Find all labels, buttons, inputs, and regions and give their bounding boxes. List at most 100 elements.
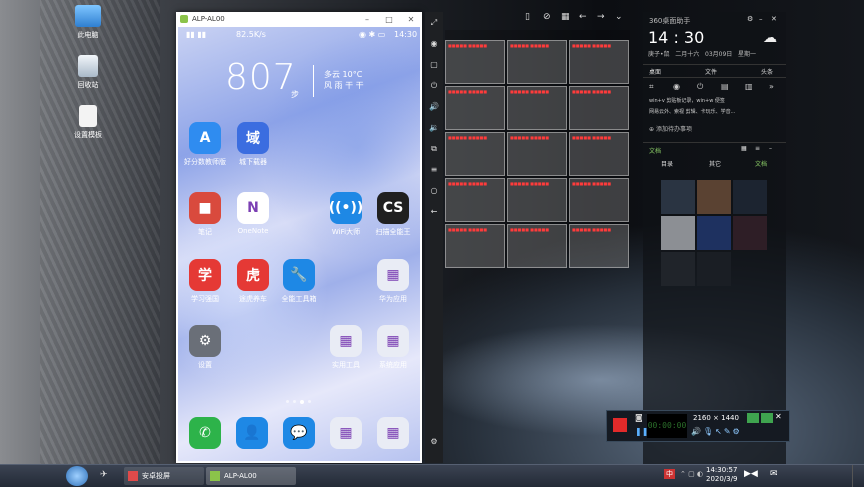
grid-view-icon[interactable]: ▦ xyxy=(741,145,747,152)
minimize-button[interactable]: – xyxy=(356,12,378,27)
dock-app-2[interactable]: 👤 xyxy=(227,417,277,452)
doc-thumb[interactable] xyxy=(697,216,731,250)
tab-docs[interactable]: 文档 xyxy=(755,159,767,168)
grid-cell[interactable]: ■■■■■ ■■■■■ xyxy=(507,132,567,176)
app-icon-7[interactable]: 学学习强国 xyxy=(180,259,230,304)
power-icon[interactable]: ⏻ xyxy=(697,82,703,92)
grid-cell[interactable]: ■■■■■ ■■■■■ xyxy=(569,178,629,222)
desktop-icon-recycle-bin[interactable]: 回收站 xyxy=(58,55,118,90)
grid-cell[interactable]: ■■■■■ ■■■■■ xyxy=(507,40,567,84)
desktop-icon-document[interactable]: 设置模板 xyxy=(58,105,118,140)
cursor-icon[interactable]: ↖ xyxy=(715,427,724,436)
link-icon[interactable]: ⊘ xyxy=(543,12,551,22)
fullscreen-icon[interactable]: ⤢ xyxy=(429,18,439,28)
window-titlebar[interactable]: ALP-AL00 – □ ✕ xyxy=(176,12,422,27)
calendar-icon[interactable]: ▦ xyxy=(561,12,570,22)
eye-icon[interactable]: ◉ xyxy=(429,39,439,49)
grid-cell[interactable]: ■■■■■ ■■■■■ xyxy=(507,178,567,222)
settings-icon[interactable]: ⚙ xyxy=(429,437,439,447)
gear-icon[interactable]: ⚙ xyxy=(747,15,753,23)
rotate-icon[interactable]: ⧉ xyxy=(429,144,439,154)
mic-icon[interactable]: 🎙 xyxy=(703,427,715,436)
tab-catalog[interactable]: 目录 xyxy=(661,159,673,168)
ime-indicator[interactable]: 中 xyxy=(664,469,675,479)
tip-item[interactable]: win+v 剪贴板记录，win+w 便签 xyxy=(643,96,786,107)
tip-item[interactable]: 网易云外、索视 剪辑、卡玩乐、学音... xyxy=(643,107,786,118)
crop-icon[interactable]: ⌗ xyxy=(649,82,654,92)
show-desktop-button[interactable] xyxy=(852,465,864,487)
notification-icon[interactable]: ✉ xyxy=(770,469,778,479)
chevron-down-icon[interactable]: ⌄ xyxy=(615,12,623,22)
grid-cell[interactable]: ■■■■■ ■■■■■ xyxy=(445,178,505,222)
clipboard-icon[interactable]: ▥ xyxy=(745,82,753,91)
power-icon[interactable]: ⏻ xyxy=(429,81,439,91)
tab-desktop[interactable]: 桌面 xyxy=(649,67,661,76)
doc-thumb[interactable] xyxy=(733,216,767,250)
close-icon[interactable]: ✕ xyxy=(775,412,782,421)
green-button[interactable] xyxy=(761,413,773,423)
arrow-right-icon[interactable]: → xyxy=(597,12,605,22)
speaker-icon[interactable]: 🔊 xyxy=(691,427,703,436)
screenshot-icon[interactable]: ▢ xyxy=(429,60,439,70)
tray-clock[interactable]: 14:30:57 2020/3/9 xyxy=(706,466,737,484)
grid-cell[interactable]: ■■■■■ ■■■■■ xyxy=(507,224,567,268)
app-icon-13[interactable]: ▦ 系统应用 xyxy=(368,325,418,370)
app-icon-10[interactable]: ▦ 华为应用 xyxy=(368,259,418,304)
app-icon-5[interactable]: ((•)) WiFi大师 xyxy=(321,192,371,237)
app-icon-12[interactable]: ▦ 实用工具 xyxy=(321,325,371,370)
dock-app-4[interactable]: ▦ xyxy=(321,417,371,452)
add-todo[interactable]: ⊕ 添加待办事项 xyxy=(649,124,792,133)
dock-app-1[interactable]: ✆ xyxy=(180,417,230,452)
eye-icon[interactable]: ◉ xyxy=(673,82,680,91)
volume-up-icon[interactable]: 🔊 xyxy=(429,102,439,112)
phone-icon[interactable]: ▯ xyxy=(525,12,530,22)
app-icon-3[interactable]: ■ 笔记 xyxy=(180,192,230,237)
menu-icon[interactable]: ≡ xyxy=(429,165,439,175)
minimize-icon[interactable]: – xyxy=(769,145,772,152)
app-icon-1[interactable]: A 好分数教师版 xyxy=(180,122,230,167)
grid-cell[interactable]: ■■■■■ ■■■■■ xyxy=(569,40,629,84)
weather-widget[interactable]: 多云 10°C 风 雨 干 干 xyxy=(324,69,364,91)
taskbar-item-phone[interactable]: ALP-AL00 xyxy=(206,467,296,485)
maximize-button[interactable]: □ xyxy=(378,12,400,27)
grid-cell[interactable]: ■■■■■ ■■■■■ xyxy=(507,86,567,130)
dock-app-5[interactable]: ▦ xyxy=(368,417,418,452)
grid-cell[interactable]: ■■■■■ ■■■■■ xyxy=(569,86,629,130)
pause-icon[interactable]: ❚❚ xyxy=(635,427,648,437)
close-button[interactable]: ✕ xyxy=(400,12,422,27)
doc-thumb[interactable] xyxy=(697,252,731,286)
record-button[interactable] xyxy=(613,418,627,432)
more-icon[interactable]: » xyxy=(769,82,774,91)
doc-thumb[interactable] xyxy=(661,180,695,214)
list-view-icon[interactable]: ≡ xyxy=(755,145,760,152)
doc-thumb[interactable] xyxy=(697,180,731,214)
app-icon-4[interactable]: N OneNote xyxy=(228,192,278,235)
bird-icon[interactable]: ✈ xyxy=(100,470,108,480)
volume-icon[interactable]: ▶◀ xyxy=(744,469,758,479)
grid-cell[interactable]: ■■■■■ ■■■■■ xyxy=(445,40,505,84)
volume-down-icon[interactable]: 🔉 xyxy=(429,123,439,133)
app-icon-8[interactable]: 虎途虎养车 xyxy=(228,259,278,304)
grid-cell[interactable]: ■■■■■ ■■■■■ xyxy=(445,86,505,130)
back-icon[interactable]: ← xyxy=(429,207,439,217)
app-icon-9[interactable]: 🔧 全能工具箱 xyxy=(274,259,324,304)
dock-app-3[interactable]: 💬 xyxy=(274,417,324,452)
green-button[interactable] xyxy=(747,413,759,423)
grid-cell[interactable]: ■■■■■ ■■■■■ xyxy=(445,132,505,176)
doc-thumb[interactable] xyxy=(733,180,767,214)
list-icon[interactable]: ▤ xyxy=(721,82,729,91)
pen-icon[interactable]: ✎ xyxy=(724,427,733,436)
tray-icons[interactable]: ⌃ ▢ ◐ xyxy=(680,470,703,478)
tab-news[interactable]: 头条 xyxy=(761,67,773,76)
grid-cell[interactable]: ■■■■■ ■■■■■ xyxy=(569,132,629,176)
gear-icon[interactable]: ⚙ xyxy=(733,427,742,436)
grid-cell[interactable]: ■■■■■ ■■■■■ xyxy=(569,224,629,268)
app-icon-6[interactable]: CS 扫描全能王 xyxy=(368,192,418,237)
desktop-icon-computer[interactable]: 此电脑 xyxy=(58,5,118,40)
tab-files[interactable]: 文件 xyxy=(705,67,717,76)
arrow-left-icon[interactable]: ← xyxy=(579,12,587,22)
minimize-icon[interactable]: – xyxy=(759,15,763,23)
start-button[interactable] xyxy=(66,466,88,486)
camera-icon[interactable]: ◙ xyxy=(635,413,645,423)
doc-thumb[interactable] xyxy=(661,216,695,250)
